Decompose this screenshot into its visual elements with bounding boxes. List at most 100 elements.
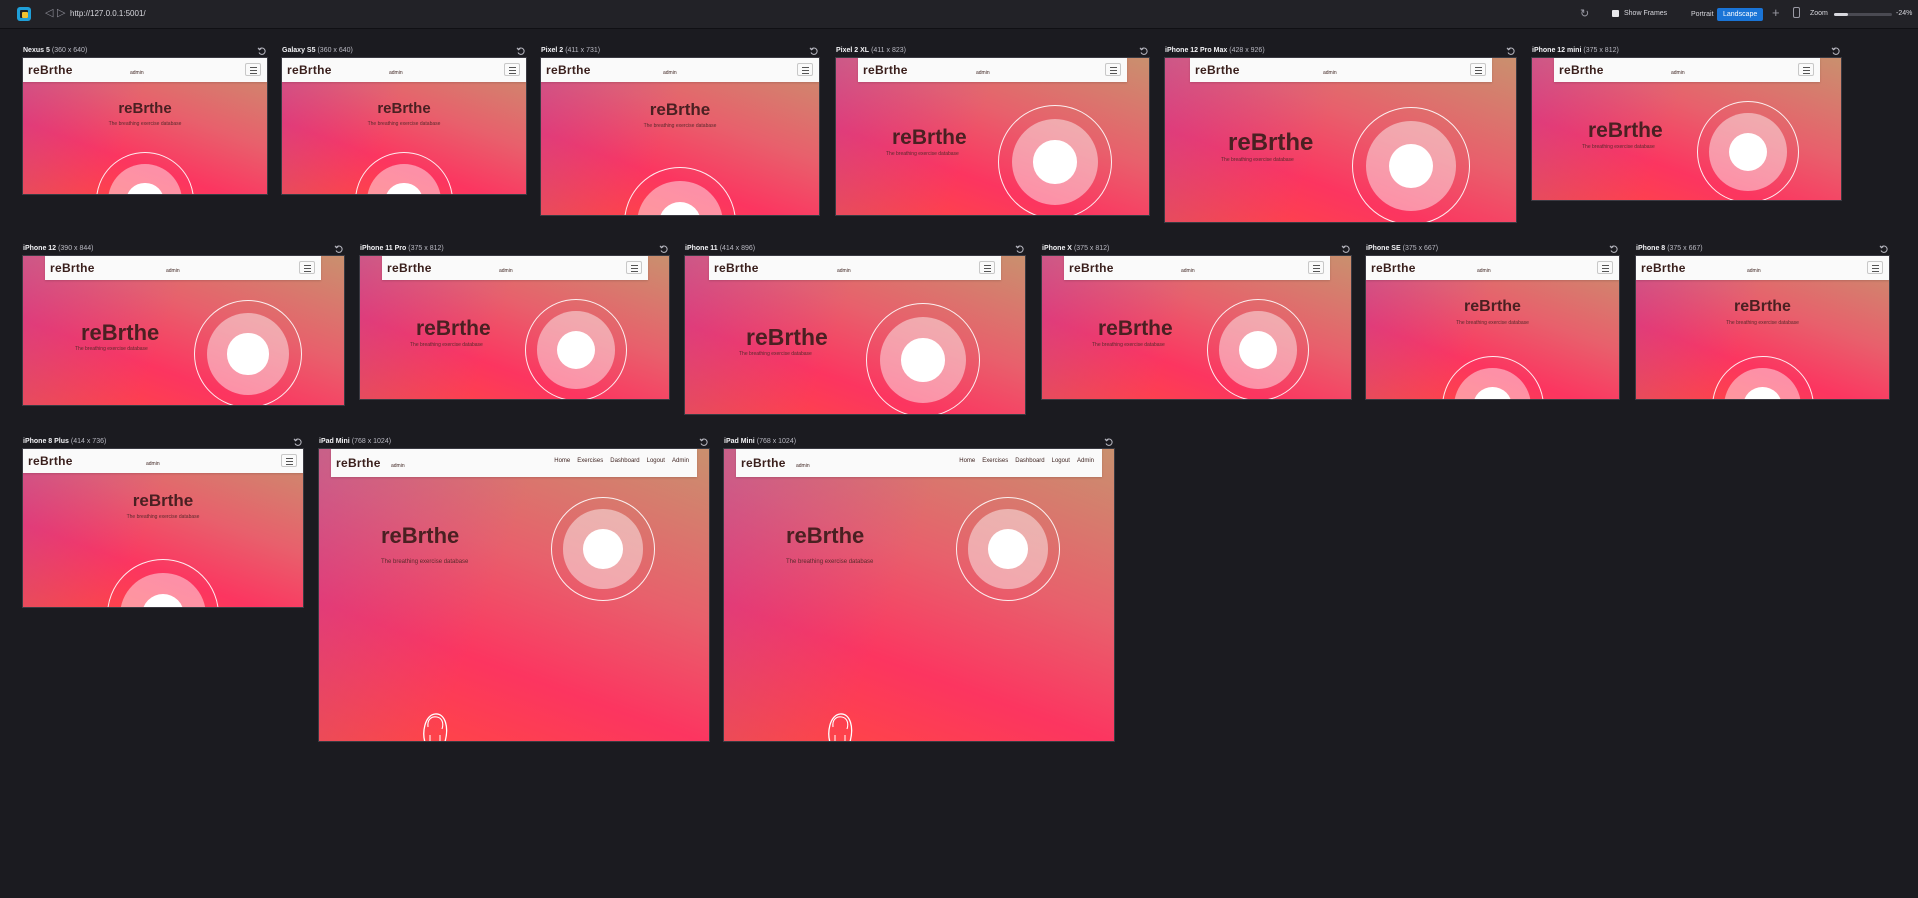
site-logo[interactable]: reBrthe [1641, 261, 1686, 275]
breathing-circle[interactable] [1697, 101, 1799, 200]
rotate-icon[interactable] [1139, 46, 1149, 56]
device-frame[interactable]: reBrthe admin reBrthe The breathing exercis… [22, 255, 345, 406]
rotate-icon[interactable] [1506, 46, 1516, 56]
portrait-button[interactable]: Portrait [1685, 8, 1720, 21]
rotate-icon[interactable] [1831, 46, 1841, 56]
site-logo[interactable]: reBrthe [336, 456, 381, 470]
device-frame[interactable]: reBrthe admin Home Exercises Dashboard Logout… [318, 448, 710, 742]
nav-link-logout[interactable]: Logout [1052, 458, 1070, 464]
hero-title: reBrthe [416, 317, 491, 340]
device-label: iPhone 12 Pro Max (428 x 926) [1165, 47, 1265, 54]
breathing-circle[interactable] [194, 300, 302, 405]
breathing-circle[interactable] [998, 105, 1112, 215]
hamburger-menu-button[interactable] [1308, 261, 1324, 274]
device-frame[interactable]: reBrthe admin reBrthe The breathing exercis… [684, 255, 1026, 415]
site-navbar: reBrthe admin [1190, 58, 1492, 82]
nav-link-admin[interactable]: Admin [1077, 458, 1094, 464]
site-logo[interactable]: reBrthe [1371, 261, 1416, 275]
nav-link-admin[interactable]: Admin [672, 458, 689, 464]
hamburger-menu-button[interactable] [1867, 261, 1883, 274]
nav-link-exercises[interactable]: Exercises [982, 458, 1008, 464]
device-frame[interactable]: reBrthe admin reBrthe The breathing exercis… [540, 57, 820, 216]
nav-link-exercises[interactable]: Exercises [577, 458, 603, 464]
plus-icon[interactable]: + [1772, 5, 1780, 20]
site-logo[interactable]: reBrthe [387, 261, 432, 275]
rotate-icon[interactable] [257, 46, 267, 56]
breathing-circle[interactable] [107, 559, 219, 607]
site-logo[interactable]: reBrthe [50, 261, 95, 275]
device-frame[interactable]: reBrthe admin Home Exercises Dashboard Logout… [723, 448, 1115, 742]
forward-arrow-icon[interactable]: ▷ [57, 6, 65, 19]
back-arrow-icon[interactable]: ◁ [45, 6, 53, 19]
nav-link-dashboard[interactable]: Dashboard [610, 458, 639, 464]
site-logo[interactable]: reBrthe [28, 454, 73, 468]
hamburger-menu-button[interactable] [979, 261, 995, 274]
reload-icon[interactable]: ↻ [1580, 7, 1589, 20]
hamburger-menu-button[interactable] [1470, 63, 1486, 76]
zoom-slider[interactable] [1834, 13, 1892, 16]
device-frame[interactable]: reBrthe admin reBrthe The breathing exercis… [22, 57, 268, 195]
hamburger-menu-button[interactable] [1798, 63, 1814, 76]
device-frame[interactable]: reBrthe admin reBrthe The breathing exercis… [1041, 255, 1352, 400]
hamburger-menu-button[interactable] [281, 454, 297, 467]
nav-link-home[interactable]: Home [554, 458, 570, 464]
site-logo[interactable]: reBrthe [1195, 63, 1240, 77]
site-logo[interactable]: reBrthe [28, 63, 73, 77]
rotate-icon[interactable] [1609, 244, 1619, 254]
device-frame[interactable]: reBrthe admin reBrthe The breathing exercis… [835, 57, 1150, 216]
device-frame[interactable]: reBrthe admin reBrthe The breathing exercis… [359, 255, 670, 400]
device-frame[interactable]: reBrthe admin reBrthe The breathing exercis… [281, 57, 527, 195]
nav-link-dashboard[interactable]: Dashboard [1015, 458, 1044, 464]
hamburger-menu-button[interactable] [299, 261, 315, 274]
rotate-icon[interactable] [293, 437, 303, 447]
hero-subtitle: The breathing exercise database [886, 151, 959, 157]
landscape-button[interactable]: Landscape [1717, 8, 1764, 21]
device-frame[interactable]: reBrthe admin reBrthe The breathing exercis… [1635, 255, 1890, 400]
breathing-circle[interactable] [1441, 355, 1544, 399]
rotate-icon[interactable] [659, 244, 669, 254]
address-bar[interactable]: http://127.0.0.1:5001/ [70, 9, 146, 18]
nav-link-logout[interactable]: Logout [647, 458, 665, 464]
site-logo[interactable]: reBrthe [1069, 261, 1114, 275]
device-icon[interactable] [1793, 7, 1800, 18]
breathing-circle[interactable] [96, 152, 194, 194]
rotate-icon[interactable] [809, 46, 819, 56]
rotate-icon[interactable] [1015, 244, 1025, 254]
show-frames-label[interactable]: Show Frames [1624, 10, 1667, 17]
hamburger-menu-button[interactable] [1597, 261, 1613, 274]
breathing-circle[interactable] [525, 299, 627, 399]
rotate-icon[interactable] [1879, 244, 1889, 254]
rotate-icon[interactable] [1341, 244, 1351, 254]
site-logo[interactable]: reBrthe [741, 456, 786, 470]
site-logo[interactable]: reBrthe [546, 63, 591, 77]
breathing-circle[interactable] [624, 167, 736, 215]
device-label: iPad Mini (768 x 1024) [724, 438, 796, 445]
rotate-icon[interactable] [334, 244, 344, 254]
breathing-circle[interactable] [1711, 355, 1814, 399]
rotate-icon[interactable] [1104, 437, 1114, 447]
site-logo[interactable]: reBrthe [1559, 63, 1604, 77]
hamburger-menu-button[interactable] [245, 63, 261, 76]
breathing-circle[interactable] [1352, 107, 1470, 222]
rotate-icon[interactable] [516, 46, 526, 56]
hamburger-menu-button[interactable] [626, 261, 642, 274]
device-frame[interactable]: reBrthe admin reBrthe The breathing exercis… [1365, 255, 1620, 400]
breathing-circle[interactable] [355, 152, 453, 194]
hamburger-menu-button[interactable] [797, 63, 813, 76]
site-logo[interactable]: reBrthe [714, 261, 759, 275]
site-logo[interactable]: reBrthe [863, 63, 908, 77]
breathing-circle[interactable] [956, 497, 1060, 601]
admin-username: admin [146, 461, 160, 467]
hamburger-menu-button[interactable] [504, 63, 520, 76]
device-frame[interactable]: reBrthe admin reBrthe The breathing exercis… [1531, 57, 1842, 201]
breathing-circle[interactable] [551, 497, 655, 601]
breathing-circle[interactable] [1207, 299, 1309, 399]
show-frames-checkbox[interactable] [1612, 10, 1619, 17]
site-logo[interactable]: reBrthe [287, 63, 332, 77]
hamburger-menu-button[interactable] [1105, 63, 1121, 76]
nav-link-home[interactable]: Home [959, 458, 975, 464]
device-frame[interactable]: reBrthe admin reBrthe The breathing exercis… [1164, 57, 1517, 223]
device-frame[interactable]: reBrthe admin reBrthe The breathing exercis… [22, 448, 304, 608]
breathing-circle[interactable] [866, 303, 980, 414]
rotate-icon[interactable] [699, 437, 709, 447]
